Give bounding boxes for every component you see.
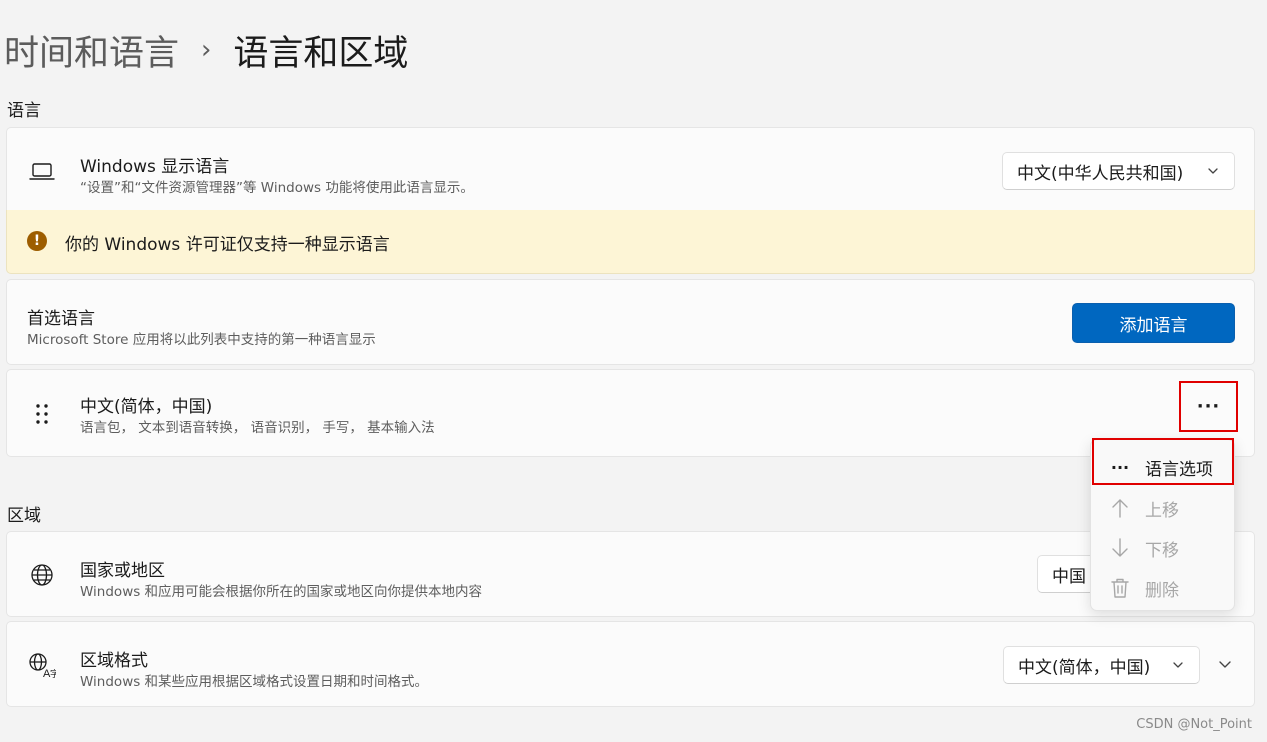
display-language-title: Windows 显示语言 (80, 157, 230, 177)
menu-item-label: 上移 (1145, 500, 1179, 521)
expand-chevron-icon[interactable] (1217, 656, 1233, 672)
menu-item-delete[interactable]: 删除 (1091, 568, 1234, 608)
display-language-dropdown[interactable]: 中文(中华人民共和国) (1002, 152, 1235, 190)
display-language-card: Windows 显示语言 “设置”和“文件资源管理器”等 Windows 功能将… (6, 127, 1255, 211)
license-warning-bar: ! 你的 Windows 许可证仅支持一种显示语言 (6, 210, 1255, 274)
display-language-description: “设置”和“文件资源管理器”等 Windows 功能将使用此语言显示。 (80, 180, 474, 196)
more-icon: ··· (1196, 396, 1221, 417)
breadcrumb-parent[interactable]: 时间和语言 (4, 25, 179, 76)
country-title: 国家或地区 (80, 561, 165, 581)
language-more-button[interactable]: ··· (1179, 381, 1238, 432)
chevron-down-icon (1173, 662, 1183, 668)
arrow-up-icon (1107, 495, 1133, 521)
country-description: Windows 和应用可能会根据你所在的国家或地区向你提供本地内容 (80, 584, 483, 600)
arrow-down-icon (1107, 535, 1133, 561)
laptop-icon (28, 158, 56, 186)
country-selected: 中国 (1052, 566, 1086, 587)
menu-item-label: 下移 (1145, 540, 1179, 561)
section-label-language: 语言 (7, 101, 41, 121)
svg-text:字: 字 (50, 668, 56, 678)
language-format-icon: A字 (28, 651, 56, 679)
chevron-down-icon (1208, 168, 1218, 174)
menu-item-label: 删除 (1145, 580, 1179, 601)
trash-icon (1107, 575, 1133, 601)
menu-item-move-down[interactable]: 下移 (1091, 528, 1234, 568)
region-format-card[interactable]: A字 区域格式 Windows 和某些应用根据区域格式设置日期和时间格式。 中文… (6, 621, 1255, 707)
language-item-description: 语言包， 文本到语音转换， 语音识别， 手写， 基本输入法 (80, 420, 435, 436)
breadcrumb-separator: › (201, 35, 212, 65)
menu-item-move-up[interactable]: 上移 (1091, 488, 1234, 528)
add-language-button[interactable]: 添加语言 (1072, 303, 1235, 343)
preferred-language-card: 首选语言 Microsoft Store 应用将以此列表中支持的第一种语言显示 (6, 279, 1255, 365)
page-title: 语言和区域 (233, 33, 409, 74)
breadcrumb: 时间和语言 › 语言和区域 (4, 26, 408, 74)
section-label-region: 区域 (7, 506, 41, 526)
drag-handle-icon[interactable] (28, 400, 56, 428)
region-format-dropdown[interactable]: 中文(简体，中国) (1003, 646, 1200, 684)
license-warning-text: 你的 Windows 许可证仅支持一种显示语言 (65, 235, 390, 255)
globe-icon (28, 561, 56, 589)
warning-icon: ! (27, 231, 47, 251)
display-language-selected: 中文(中华人民共和国) (1017, 163, 1184, 184)
region-format-description: Windows 和某些应用根据区域格式设置日期和时间格式。 (80, 674, 429, 690)
language-item-title: 中文(简体，中国) (80, 397, 213, 417)
preferred-language-description: Microsoft Store 应用将以此列表中支持的第一种语言显示 (27, 332, 376, 348)
preferred-language-title: 首选语言 (27, 309, 95, 329)
language-item-card: 中文(简体，中国) 语言包， 文本到语音转换， 语音识别， 手写， 基本输入法 (6, 369, 1255, 457)
region-format-title: 区域格式 (80, 651, 148, 671)
highlight-box (1092, 438, 1234, 485)
region-format-selected: 中文(简体，中国) (1018, 657, 1151, 678)
watermark: CSDN @Not_Point (1136, 717, 1252, 732)
country-card: 国家或地区 Windows 和应用可能会根据你所在的国家或地区向你提供本地内容 … (6, 531, 1255, 617)
